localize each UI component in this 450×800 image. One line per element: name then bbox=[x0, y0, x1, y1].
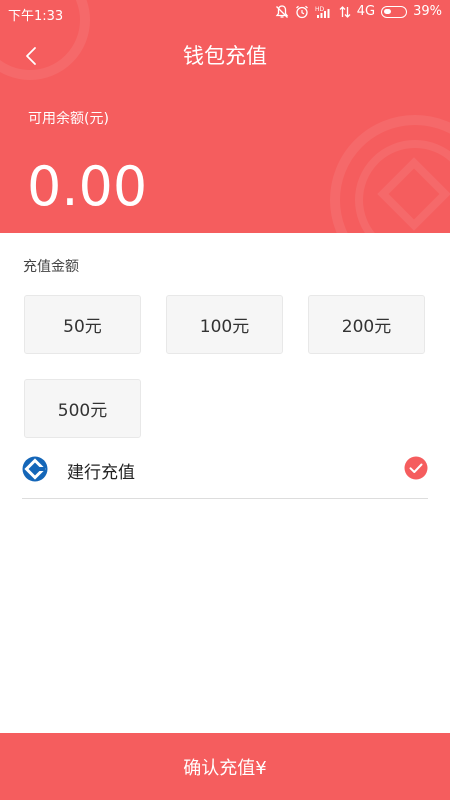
payment-method-ccb[interactable]: 建行充值 bbox=[22, 448, 428, 499]
page-title: 钱包充值 bbox=[183, 44, 267, 68]
amount-option-50[interactable]: 50元 bbox=[24, 295, 141, 354]
data-transfer-icon bbox=[339, 5, 351, 18]
alarm-icon bbox=[295, 5, 308, 18]
balance-label: 可用余额(元) bbox=[28, 111, 109, 127]
status-time: 下午1:33 bbox=[8, 9, 64, 24]
amount-option-500[interactable]: 500元 bbox=[24, 379, 141, 438]
battery-icon bbox=[381, 5, 408, 18]
svg-text:HD: HD bbox=[315, 6, 325, 13]
recharge-amount-label: 充值金额 bbox=[23, 259, 79, 275]
mute-icon bbox=[275, 4, 289, 18]
check-circle-icon[interactable] bbox=[404, 456, 428, 480]
amount-option-100[interactable]: 100元 bbox=[166, 295, 283, 354]
amount-option-200[interactable]: 200元 bbox=[308, 295, 425, 354]
battery-percent: 39% bbox=[413, 4, 442, 19]
payment-method-label: 建行充值 bbox=[67, 463, 135, 483]
header-banner: 下午1:33 HD 4G 39% 钱包充值 可用余额(元) 0.00 bbox=[0, 0, 450, 233]
status-icons: HD 4G 39% bbox=[275, 4, 442, 19]
balance-value: 0.00 bbox=[27, 155, 148, 218]
hd-signal-icon: HD bbox=[315, 6, 330, 18]
status-bar: 下午1:33 HD 4G 39% bbox=[0, 0, 450, 26]
ccb-bank-icon bbox=[22, 456, 48, 482]
confirm-recharge-button[interactable]: 确认充值¥ bbox=[0, 733, 450, 800]
battery-level bbox=[384, 8, 392, 14]
network-type: 4G bbox=[356, 4, 376, 19]
